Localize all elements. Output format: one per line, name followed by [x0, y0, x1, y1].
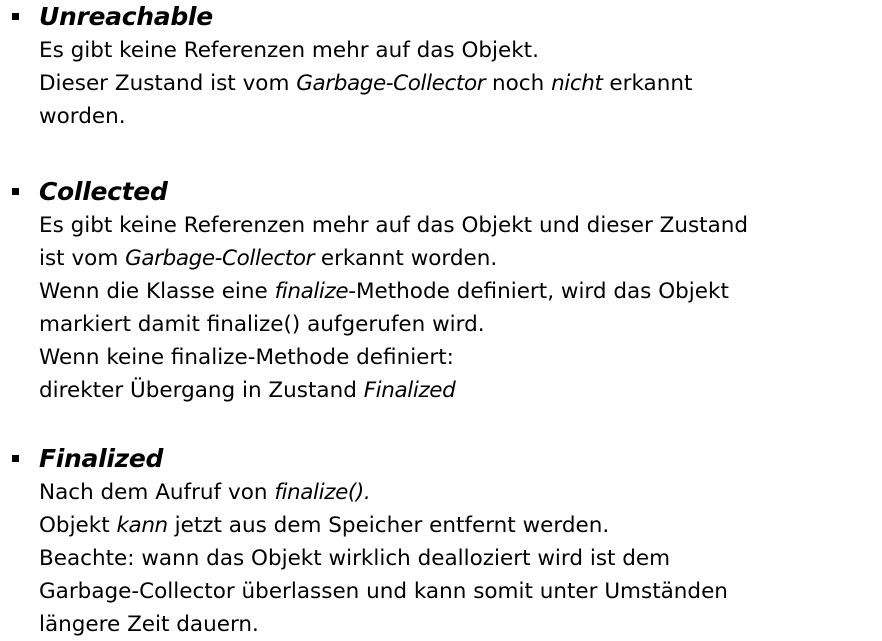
- text-run: Wenn die Klasse eine: [39, 279, 275, 304]
- emphasized-text: Garbage-Collector: [296, 71, 486, 96]
- section-heading: Collected: [39, 177, 168, 206]
- text-line: Dieser Zustand ist vom Garbage-Collector…: [39, 67, 692, 100]
- text-run: -Methode definiert, wird das Objekt: [348, 279, 729, 304]
- text-run: Nach dem Aufruf von: [39, 480, 275, 505]
- square-bullet-icon: [12, 13, 19, 20]
- text-line: Es gibt keine Referenzen mehr auf das Ob…: [39, 209, 748, 242]
- emphasized-text: nicht: [551, 71, 603, 96]
- text-run: ist vom: [39, 246, 126, 271]
- text-line: Nach dem Aufruf von finalize().: [39, 476, 728, 509]
- text-line: längere Zeit dauern.: [39, 608, 728, 641]
- text-run: jetzt aus dem Speicher entfernt werden.: [167, 513, 610, 538]
- text-run: Objekt: [39, 513, 117, 538]
- square-bullet-icon: [12, 188, 19, 195]
- text-line: markiert damit finalize() aufgerufen wir…: [39, 308, 748, 341]
- text-run: markiert damit finalize() aufgerufen wir…: [39, 312, 485, 337]
- text-run: längere Zeit dauern.: [39, 612, 259, 637]
- text-line: ist vom Garbage-Collector erkannt worden…: [39, 242, 748, 275]
- text-line: Garbage-Collector überlassen und kann so…: [39, 575, 728, 608]
- text-run: worden.: [39, 104, 126, 129]
- square-bullet-icon: [12, 455, 19, 462]
- section-body: Es gibt keine Referenzen mehr auf das Ob…: [39, 209, 748, 407]
- text-line: worden.: [39, 100, 692, 133]
- emphasized-text: kann: [116, 513, 169, 538]
- text-run: direkter Übergang in Zustand: [39, 378, 364, 403]
- text-run: Dieser Zustand ist vom: [39, 71, 297, 96]
- text-run: erkannt: [602, 71, 693, 96]
- text-line: Beachte: wann das Objekt wirklich deallo…: [39, 542, 728, 575]
- text-line: Wenn keine finalize-Methode definiert:: [39, 341, 748, 374]
- text-run: Es gibt keine Referenzen mehr auf das Ob…: [39, 38, 539, 63]
- text-run: erkannt worden.: [314, 246, 498, 271]
- section-heading: Finalized: [39, 444, 164, 473]
- emphasized-text: Garbage-Collector: [125, 246, 315, 271]
- document-page: Unreachable Es gibt keine Referenzen meh…: [0, 0, 882, 639]
- section-body: Nach dem Aufruf von finalize(). Objekt ka…: [39, 476, 728, 641]
- emphasized-text: finalize().: [274, 480, 371, 505]
- text-run: noch: [485, 71, 552, 96]
- text-line: Wenn die Klasse eine finalize-Methode de…: [39, 275, 748, 308]
- emphasized-text: Finalized: [363, 378, 456, 403]
- section-heading: Unreachable: [39, 2, 213, 31]
- text-line: Es gibt keine Referenzen mehr auf das Ob…: [39, 34, 692, 67]
- text-run: Es gibt keine Referenzen mehr auf das Ob…: [39, 213, 749, 238]
- text-line: Objekt kann jetzt aus dem Speicher entfe…: [39, 509, 728, 542]
- text-line: direkter Übergang in Zustand Finalized: [39, 374, 748, 407]
- section-body: Es gibt keine Referenzen mehr auf das Ob…: [39, 34, 692, 133]
- text-run: Garbage-Collector überlassen und kann so…: [39, 579, 728, 604]
- text-run: Beachte: wann das Objekt wirklich deallo…: [39, 546, 671, 571]
- emphasized-text: finalize: [274, 279, 349, 304]
- text-run: Wenn keine finalize-Methode definiert:: [39, 345, 454, 370]
